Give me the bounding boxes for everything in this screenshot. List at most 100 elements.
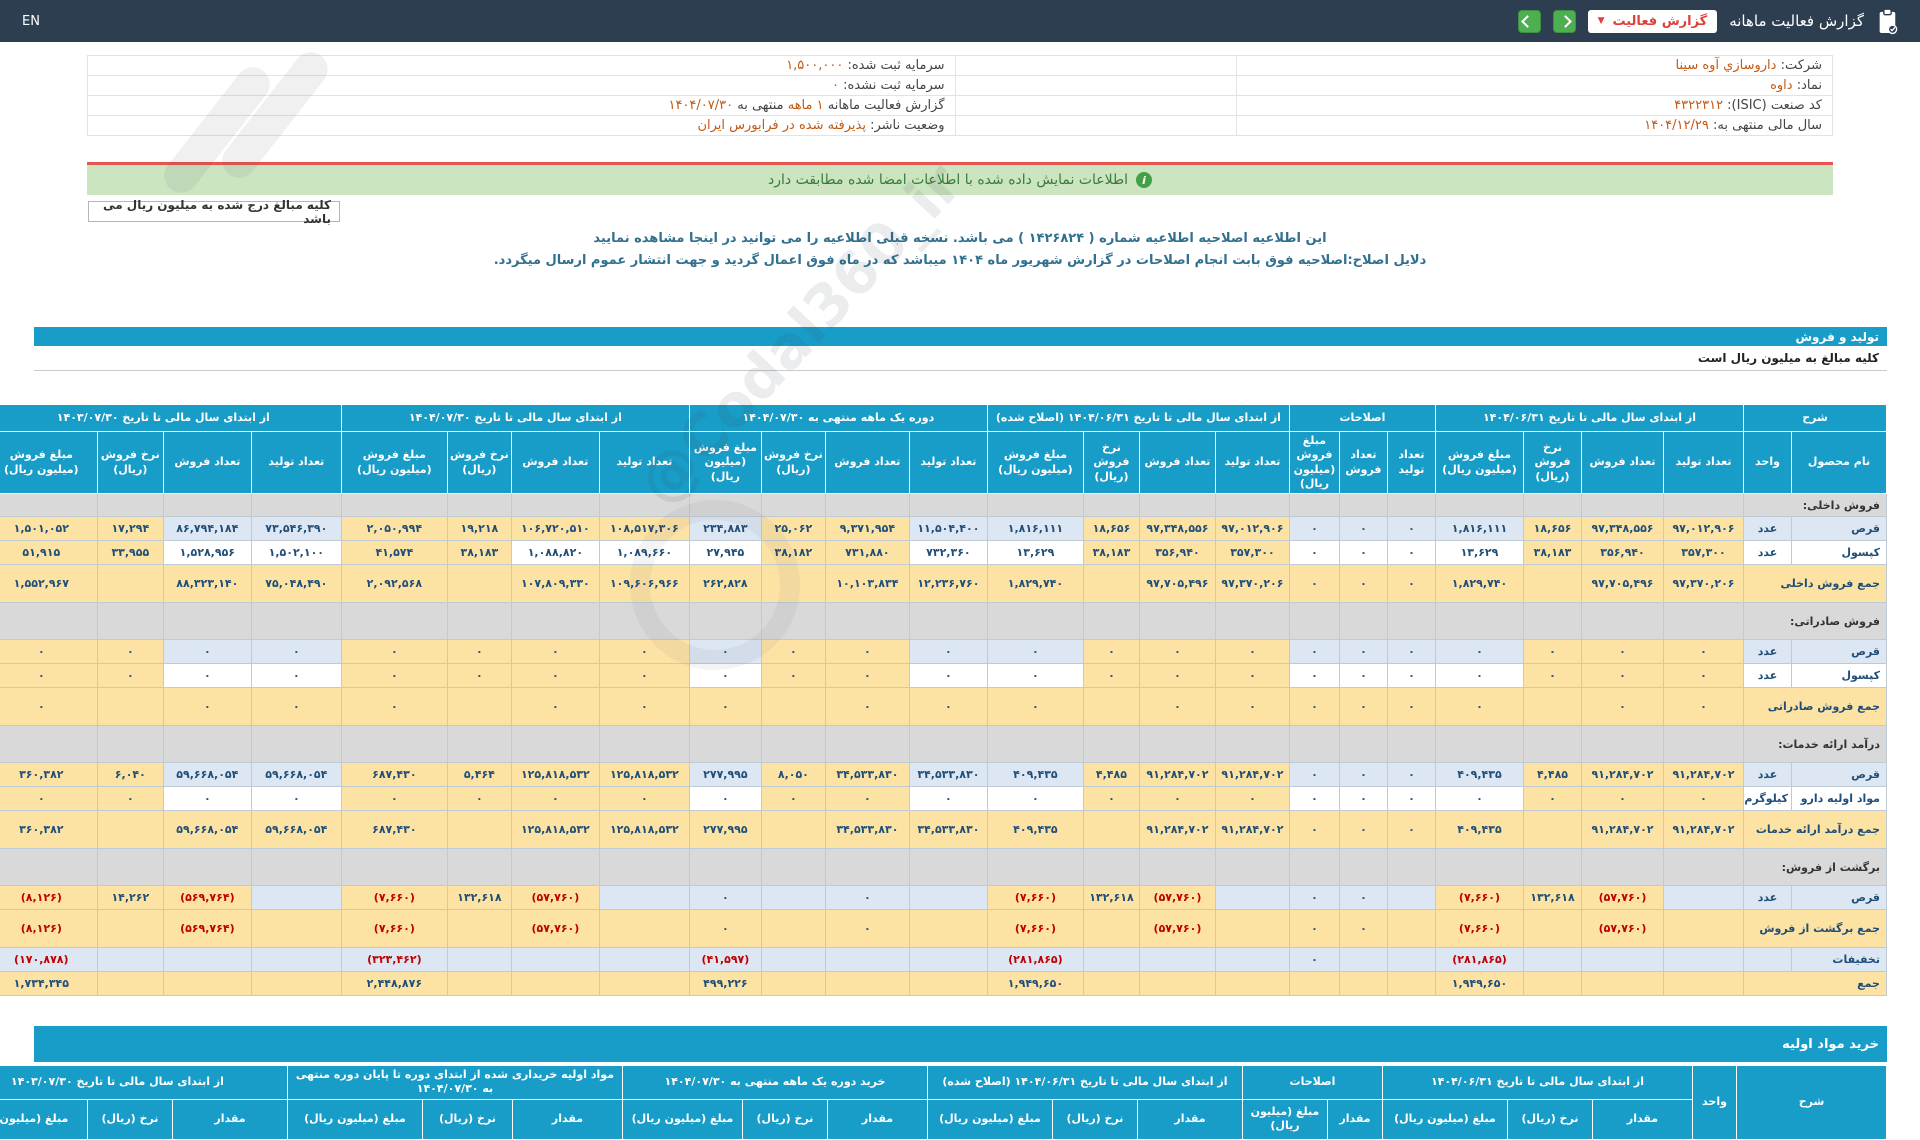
table-cell [1338, 947, 1388, 973]
table-cell: ۰ [908, 639, 988, 665]
table-cell: ۱,۵۰۱,۰۵۲ [0, 516, 98, 542]
table-cell: ۰ [1434, 663, 1525, 689]
chevron-down-icon: ▼ [1597, 15, 1605, 26]
table-cell [1523, 602, 1582, 641]
table-cell [1082, 947, 1140, 973]
sharh-column-header: شرح [1736, 1065, 1887, 1140]
table-cell: ۰ [96, 639, 164, 665]
table-cell: ۴۹۹,۲۲۶ [688, 971, 762, 997]
table-cell: ۰ [1138, 786, 1216, 812]
table-row: جمع ۱,۹۴۹,۶۵۰ ۱,۹۴۹,۶۵۰ ۴۹۹,۲۲۶ ۲,۴۴۸,۸۷۶ ۱,۷… [0, 971, 1887, 997]
table-cell: ۰ [1338, 909, 1388, 949]
table-cell: ۰ [1386, 663, 1436, 689]
table-cell [250, 602, 342, 641]
table-cell: (۵۶۹,۷۶۴) [162, 909, 252, 949]
table-cell [1581, 602, 1664, 641]
table-cell [1523, 810, 1582, 850]
table-cell [1338, 493, 1388, 518]
table-cell: ۱۰۷,۸۰۹,۳۳۰ [510, 564, 600, 604]
table-cell: ۸۶,۷۹۴,۱۸۴ [162, 516, 252, 542]
table-cell [1663, 885, 1744, 911]
sub-column-header: نرخ (ریال) [86, 1098, 173, 1140]
table-cell: ۰ [598, 663, 690, 689]
table-cell [908, 848, 988, 887]
table-cell [1663, 947, 1744, 973]
table-cell [250, 848, 342, 887]
table-cell [1214, 602, 1290, 641]
top-bar-right: گزارش فعالیت ماهانه گزارش فعالیت ▼ [1517, 7, 1898, 35]
table-cell [1386, 885, 1436, 911]
group-header-2: از ابتدای سال مالی تا تاریخ ۱۴۰۴/۰۶/۳۱ (… [986, 404, 1290, 432]
table-cell: ۲۳۴,۸۸۳ [688, 516, 762, 542]
language-switch-en[interactable]: EN [22, 14, 40, 29]
table-cell: ۴۰۹,۴۳۵ [986, 810, 1084, 850]
table-cell: ۹۱,۲۸۴,۷۰۲ [1581, 762, 1664, 788]
table-cell: ۰ [1288, 810, 1340, 850]
table-cell [1288, 725, 1340, 764]
previous-report-button[interactable] [1517, 9, 1541, 33]
table-cell: ۰ [250, 786, 342, 812]
sub-column-header: مبلغ (میلیون ریال) [286, 1098, 423, 1140]
product-name-cell: قرص [1791, 516, 1887, 542]
purchase-table: شرح واحد از ابتدای سال مالی تا تاریخ ۱۴۰۴/… [0, 1065, 1887, 1140]
table-cell [1082, 848, 1140, 887]
table-cell: ۲,۰۵۰,۹۹۴ [340, 516, 448, 542]
table-cell [1523, 725, 1582, 764]
table-cell [1523, 687, 1582, 727]
table-cell: ۱۳۲,۶۱۸ [1523, 885, 1582, 911]
table-cell [162, 971, 252, 997]
table-cell: ۵۹,۶۶۸,۰۵۴ [162, 810, 252, 850]
info-value: پذیرفته شده در فرابورس ایران [697, 118, 866, 133]
table-cell [908, 725, 988, 764]
table-cell: ۷۵,۰۴۸,۴۹۰ [250, 564, 342, 604]
table-cell: ۰ [96, 663, 164, 689]
table-cell: ۳۶۰,۳۸۲ [0, 810, 98, 850]
table-cell [96, 687, 164, 727]
table-cell: ۹۷,۳۴۸,۵۵۶ [1138, 516, 1216, 542]
table-cell [1288, 602, 1340, 641]
table-cell: ۰ [1523, 786, 1582, 812]
table-cell: ۹۷,۷۰۵,۴۹۶ [1138, 564, 1216, 604]
table-cell: (۲۸۱,۸۶۵) [986, 947, 1084, 973]
table-cell: ۰ [1288, 786, 1340, 812]
table-cell: (۱۷۰,۸۷۸) [0, 947, 98, 973]
table-cell: ۰ [1138, 687, 1216, 727]
table-cell: ۰ [1338, 540, 1388, 566]
table-cell: ۳۵۷,۳۰۰ [1214, 540, 1290, 566]
product-column-header: نام محصول [1791, 430, 1887, 495]
table-row: جمع فروش صادراتی ۰ ۰ ۰ ۰ ۰ ۰ ۰ ۰ ۰ ۰ ۰ ۰ ۰ ۰ ۰ ۰ ۰ ۰ [0, 687, 1887, 727]
section-label: درآمد ارائه خدمات: [1743, 725, 1887, 764]
table-cell: ۰ [688, 663, 762, 689]
sub-column-header: تعداد تولید [1663, 430, 1744, 495]
table-cell: ۶۸۷,۴۳۰ [340, 762, 448, 788]
info-cell-spacer [954, 55, 1238, 76]
sub-column-header: نرخ (ریال) [1051, 1098, 1138, 1140]
table-cell [250, 909, 342, 949]
info-value: داوه [1770, 78, 1793, 93]
table-cell: ۸,۰۵۰ [760, 762, 826, 788]
table-cell: ۰ [1386, 786, 1436, 812]
table-cell [1434, 848, 1525, 887]
next-report-button[interactable] [1552, 9, 1576, 33]
table-cell [340, 848, 448, 887]
sales-section: تولید و فروش کلیه مبالغ به میلیون ریال ا… [0, 327, 1887, 997]
table-cell [598, 725, 690, 764]
table-cell [446, 810, 512, 850]
sub-column-header: مقدار [1136, 1098, 1243, 1140]
table-cell [1581, 971, 1664, 997]
table-cell: ۰ [1434, 687, 1525, 727]
table-cell: ۰ [1663, 786, 1744, 812]
table-cell [1523, 971, 1582, 997]
table-cell: ۹۱,۲۸۴,۷۰۲ [1581, 810, 1664, 850]
table-cell [1523, 848, 1582, 887]
table-cell: ۱۴,۲۶۲ [96, 885, 164, 911]
table-cell: ۲۷,۹۴۵ [688, 540, 762, 566]
unit-column-header: واحد [1692, 1065, 1737, 1140]
report-type-dropdown[interactable]: گزارش فعالیت ▼ [1587, 9, 1718, 33]
table-cell: ۱,۵۵۲,۹۶۷ [0, 564, 98, 604]
clipboard-icon[interactable] [1876, 7, 1898, 35]
table-cell: ۰ [760, 639, 826, 665]
table-cell [0, 602, 98, 641]
previous-version-link[interactable]: اینجا [689, 231, 718, 246]
table-cell: ۰ [162, 663, 252, 689]
